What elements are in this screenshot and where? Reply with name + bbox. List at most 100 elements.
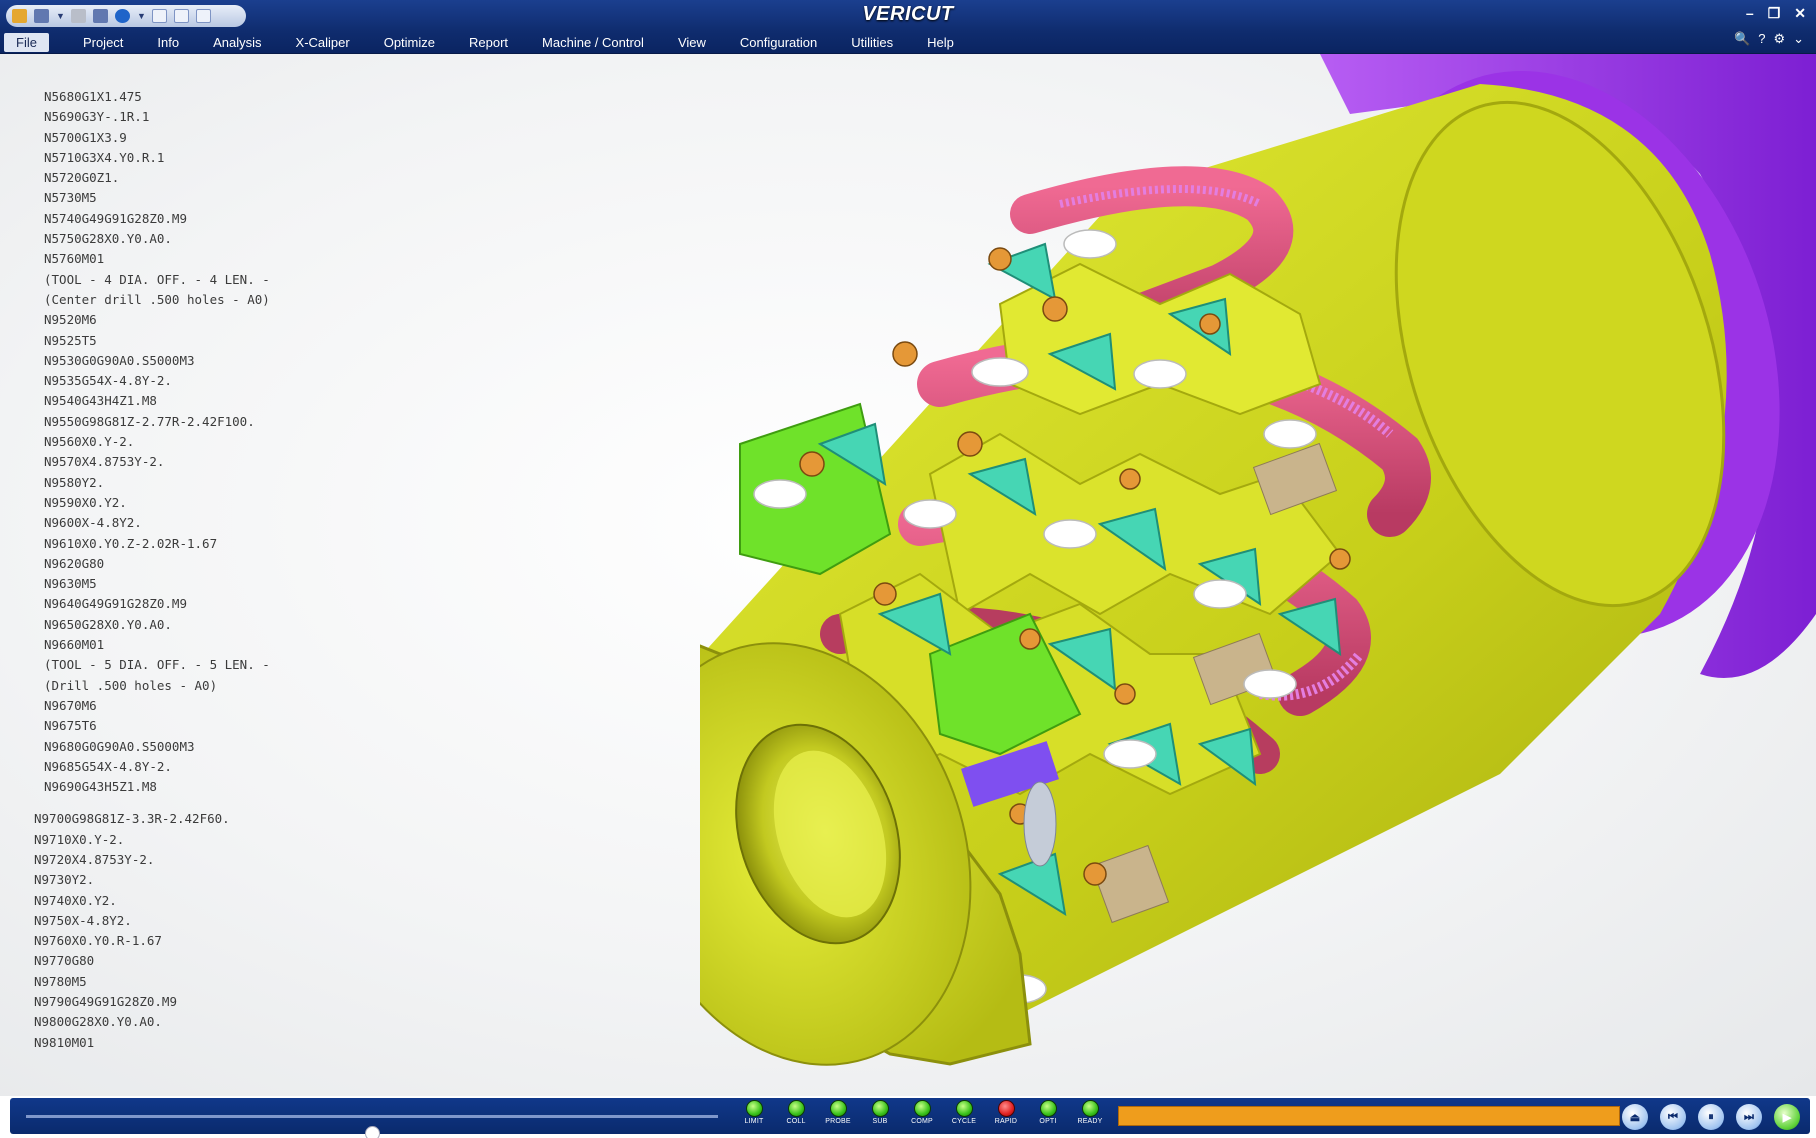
led-label: OPTI xyxy=(1039,1118,1057,1125)
speed-slider-thumb[interactable] xyxy=(365,1126,380,1138)
menu-analysis[interactable]: Analysis xyxy=(213,33,261,52)
nc-line: N9740X0.Y2. xyxy=(34,892,117,908)
nc-line: N5750G28X0.Y0.A0. xyxy=(44,231,172,247)
led-ready[interactable]: READY xyxy=(1072,1100,1108,1125)
app-title: VERICUT xyxy=(862,3,954,25)
nc-line: N9535G54X-4.8Y-2. xyxy=(44,373,172,389)
rapid-led-icon xyxy=(997,1100,1015,1117)
nc-line: N9685G54X-4.8Y-2. xyxy=(44,758,172,774)
nc-line: N5740G49G91G28Z0.M9 xyxy=(44,210,187,226)
probe-led-icon xyxy=(829,1100,847,1117)
led-opti[interactable]: OPTI xyxy=(1030,1100,1066,1125)
led-label: SUB xyxy=(872,1118,888,1125)
menu-configuration[interactable]: Configuration xyxy=(740,33,817,52)
minimize-icon[interactable]: – xyxy=(1746,5,1754,22)
nc-line: (TOOL - 4 DIA. OFF. - 4 LEN. - xyxy=(44,271,270,287)
nc-program-listing: N5680G1X1.475 N5690G3Y-.1R.1 N5700G1X3.9 N5… xyxy=(34,87,464,1053)
nc-line: N9690G43H5Z1.M8 xyxy=(44,779,157,795)
nc-line: N5720G0Z1. xyxy=(44,170,120,186)
nc-line: N9770G80 xyxy=(34,953,95,969)
help-icon[interactable]: ? xyxy=(1758,31,1765,47)
nc-line: N9600X-4.8Y2. xyxy=(44,515,142,531)
menu-help[interactable]: Help xyxy=(927,33,954,52)
nc-line: N9580Y2. xyxy=(44,474,105,490)
nc-line: (TOOL - 5 DIA. OFF. - 5 LEN. - xyxy=(44,657,270,673)
menu-machine-control[interactable]: Machine / Control xyxy=(542,33,644,52)
nc-line: N5730M5 xyxy=(44,190,97,206)
nc-line: N9760X0.Y0.R-1.67 xyxy=(34,933,162,949)
nc-line: N9540G43H4Z1.M8 xyxy=(44,393,157,409)
play-icon[interactable]: ▶ xyxy=(1774,1104,1800,1130)
nc-line: N5710G3X4.Y0.R.1 xyxy=(44,149,165,165)
menu-file[interactable]: File xyxy=(4,32,49,52)
nc-line: N9560X0.Y-2. xyxy=(44,434,135,450)
ready-led-icon xyxy=(1081,1100,1099,1117)
menu-report[interactable]: Report xyxy=(469,33,508,52)
menu-view[interactable]: View xyxy=(678,33,706,52)
nc-line: N9650G28X0.Y0.A0. xyxy=(44,616,172,632)
led-label: PROBE xyxy=(825,1118,851,1125)
cycle-led-icon xyxy=(955,1100,973,1117)
nc-line: (Center drill .500 holes - A0) xyxy=(44,291,270,307)
nc-line: N9570X4.8753Y-2. xyxy=(44,454,165,470)
nc-line: N9610X0.Y0.Z-2.02R-1.67 xyxy=(44,535,218,551)
led-limit[interactable]: LIMIT xyxy=(736,1100,772,1125)
status-indicators: LIMIT COLL PROBE SUB COMP CYCLE RAPID OP… xyxy=(736,1100,1108,1125)
machined-part-model[interactable] xyxy=(700,54,1816,1096)
led-probe[interactable]: PROBE xyxy=(820,1100,856,1125)
nc-line: N9590X0.Y2. xyxy=(44,494,127,510)
coll-led-icon xyxy=(787,1100,805,1117)
led-comp[interactable]: COMP xyxy=(904,1100,940,1125)
nc-line: N9790G49G91G28Z0.M9 xyxy=(34,994,177,1010)
nc-line: N5690G3Y-.1R.1 xyxy=(44,109,150,125)
nc-line: N9675T6 xyxy=(44,718,97,734)
graphics-viewport[interactable]: N5680G1X1.475 N5690G3Y-.1R.1 N5700G1X3.9 N5… xyxy=(0,54,1816,1096)
close-icon[interactable]: ✕ xyxy=(1794,5,1806,22)
nc-line: N9520M6 xyxy=(44,312,97,328)
menu-optimize[interactable]: Optimize xyxy=(384,33,435,52)
led-cycle[interactable]: CYCLE xyxy=(946,1100,982,1125)
led-label: CYCLE xyxy=(951,1118,977,1125)
search-icon[interactable]: 🔍 xyxy=(1734,31,1750,47)
simulation-bar-panel: LIMIT COLL PROBE SUB COMP CYCLE RAPID OP… xyxy=(10,1098,1810,1138)
nc-block-1: N5680G1X1.475 N5690G3Y-.1R.1 N5700G1X3.9 N5… xyxy=(44,87,464,797)
nc-line: N5700G1X3.9 xyxy=(44,129,127,145)
menu-utilities[interactable]: Utilities xyxy=(851,33,893,52)
restore-icon[interactable]: ❐ xyxy=(1768,5,1781,22)
limit-led-icon xyxy=(745,1100,763,1117)
led-label: COMP xyxy=(911,1118,933,1125)
simulation-progress-bar xyxy=(1118,1106,1620,1126)
menu-bar: File Project Info Analysis X-Caliper Opt… xyxy=(4,31,988,53)
nc-line: N9680G0G90A0.S5000M3 xyxy=(44,738,195,754)
led-coll[interactable]: COLL xyxy=(778,1100,814,1125)
nc-line: N9670M6 xyxy=(44,697,97,713)
reset-icon[interactable]: ⏏ xyxy=(1622,1104,1648,1130)
nc-line: N9700G98G81Z-3.3R-2.42F60. xyxy=(34,811,230,827)
led-label: COLL xyxy=(786,1118,806,1125)
nc-line: N9630M5 xyxy=(44,576,97,592)
menu-project[interactable]: Project xyxy=(83,33,123,52)
nc-line: N9660M01 xyxy=(44,637,105,653)
nc-line: N9525T5 xyxy=(44,332,97,348)
menu-info[interactable]: Info xyxy=(157,33,179,52)
nc-line: N5760M01 xyxy=(44,251,105,267)
nc-line: N9620G80 xyxy=(44,555,105,571)
led-label: RAPID xyxy=(994,1118,1018,1125)
help-tools: 🔍 ? ⚙ ⌄ xyxy=(1734,31,1804,47)
title-bar: ▼ ▼ VERICUT – ❐ ✕ File Project Info Anal… xyxy=(0,0,1816,54)
menu-x-caliper[interactable]: X-Caliper xyxy=(296,33,350,52)
nc-line: N9710X0.Y-2. xyxy=(34,831,125,847)
led-rapid[interactable]: RAPID xyxy=(988,1100,1024,1125)
chevron-down-icon[interactable]: ⌄ xyxy=(1793,31,1804,47)
nc-line: (Drill .500 holes - A0) xyxy=(44,677,218,693)
rewind-icon[interactable]: ⏮ xyxy=(1660,1104,1686,1130)
gear-icon[interactable]: ⚙ xyxy=(1773,31,1785,47)
animation-speed-slider[interactable] xyxy=(26,1115,718,1138)
led-label: LIMIT xyxy=(744,1118,764,1125)
pause-icon[interactable]: ⏸ xyxy=(1698,1104,1724,1130)
nc-line: N9530G0G90A0.S5000M3 xyxy=(44,352,195,368)
nc-line: N9750X-4.8Y2. xyxy=(34,912,132,928)
led-sub[interactable]: SUB xyxy=(862,1100,898,1125)
step-icon[interactable]: ⏭ xyxy=(1736,1104,1762,1130)
sub-led-icon xyxy=(871,1100,889,1117)
